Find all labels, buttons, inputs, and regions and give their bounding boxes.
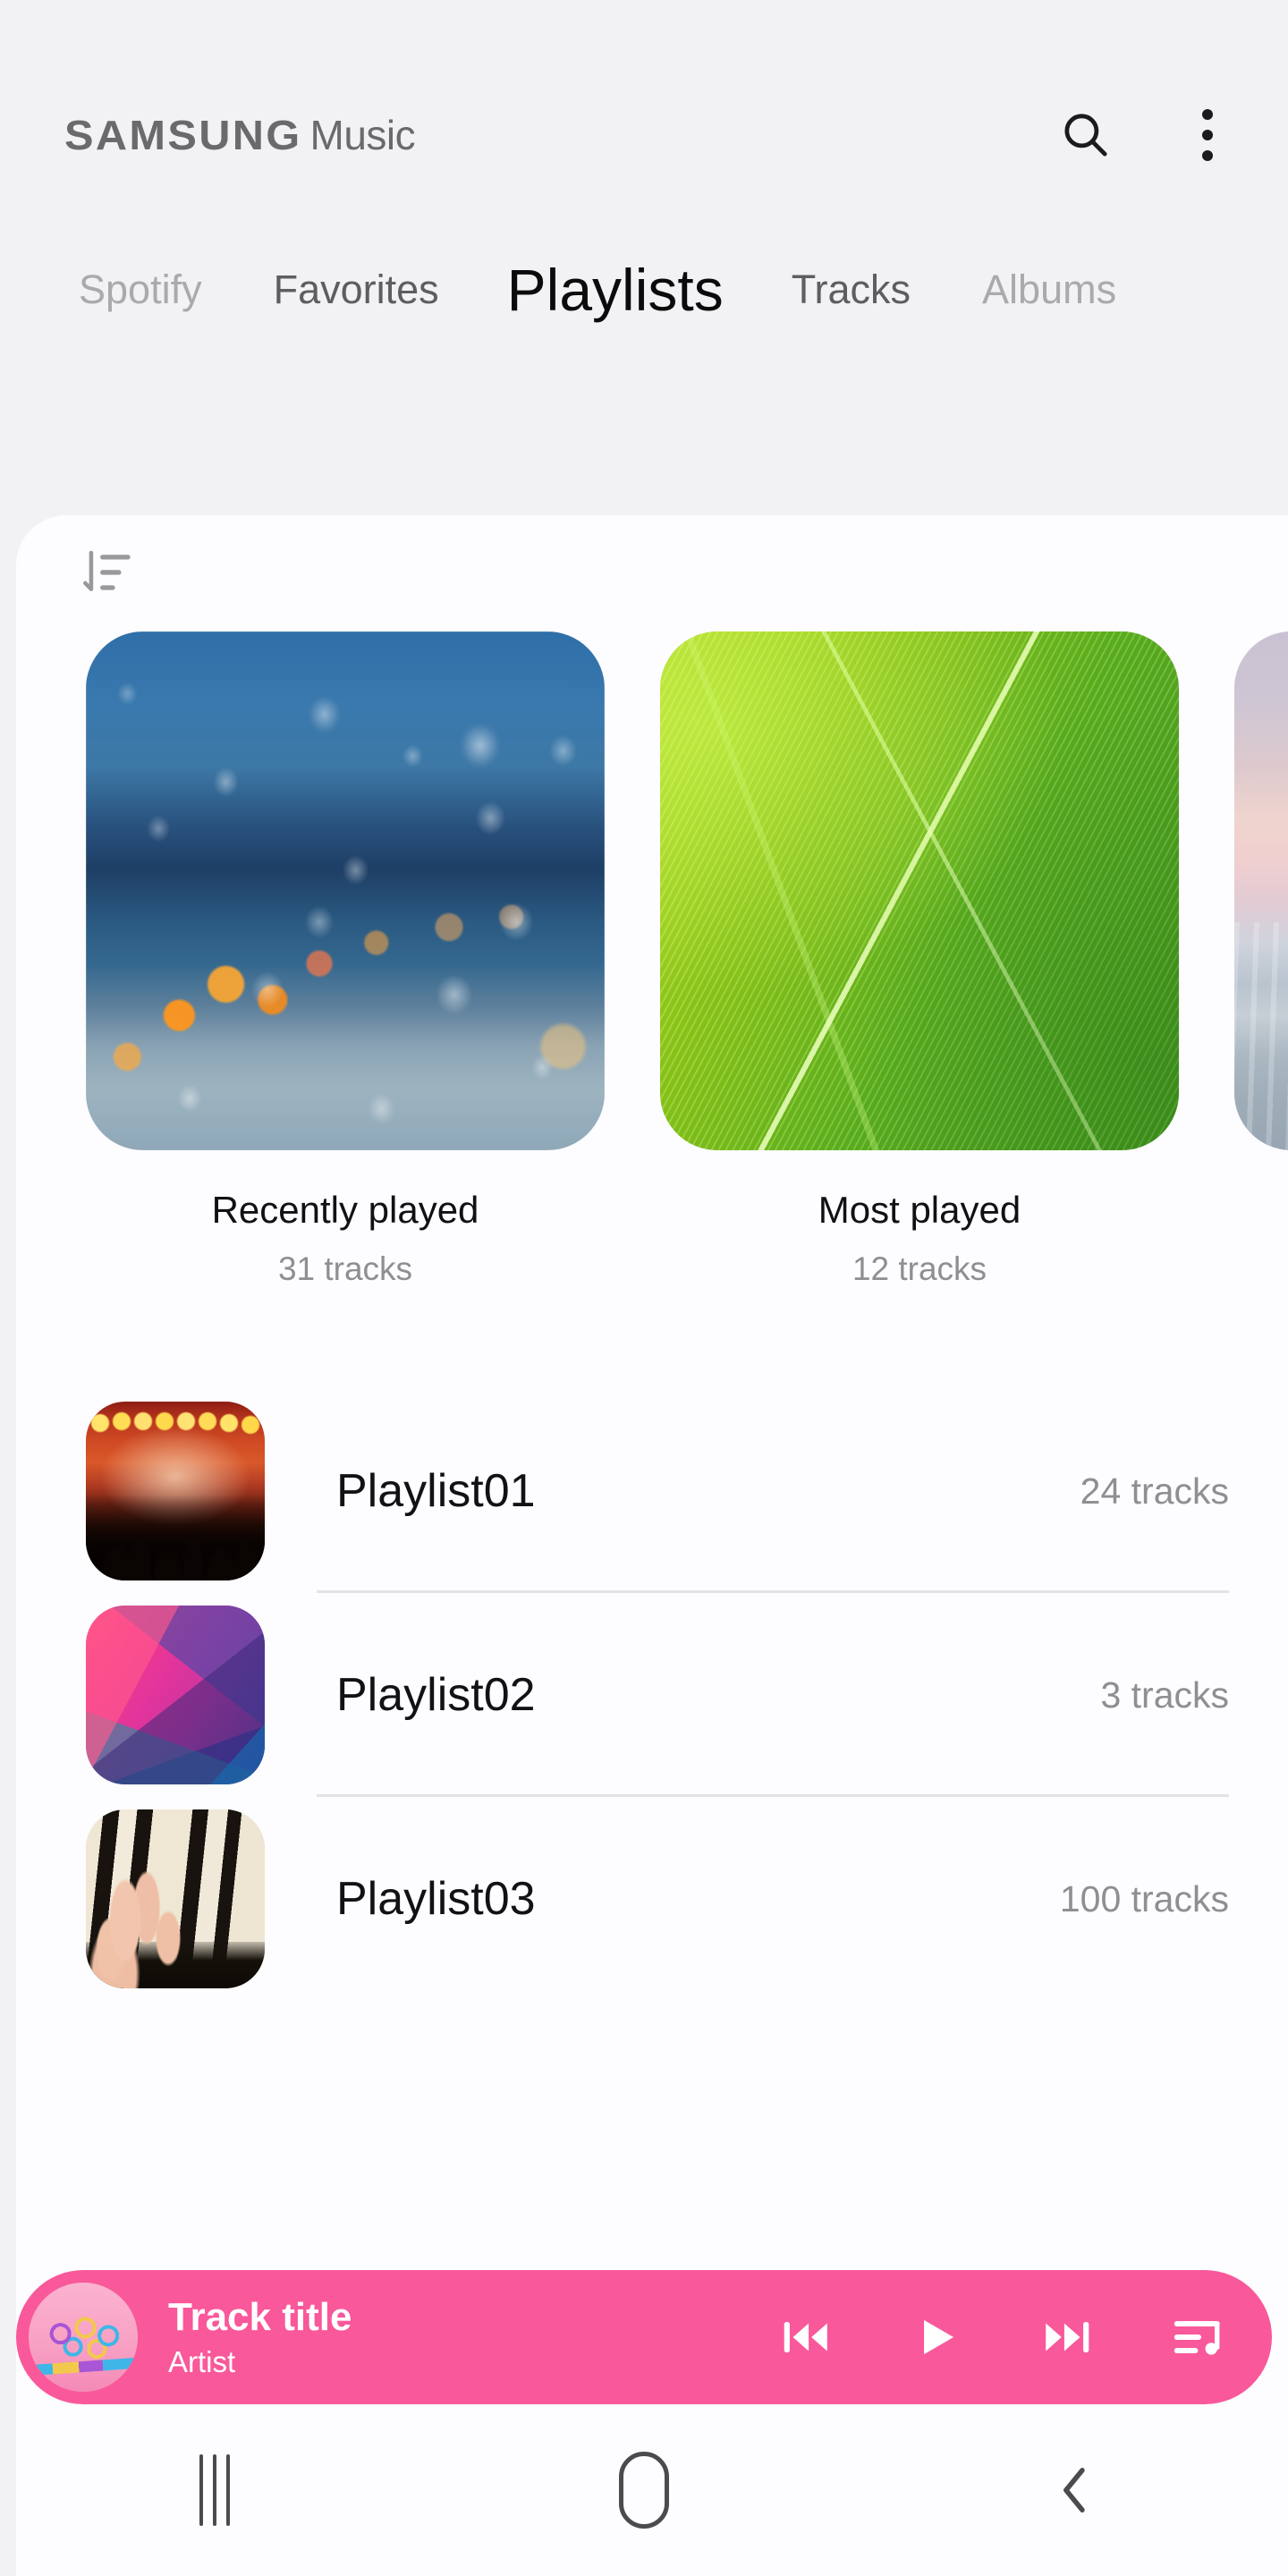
recents-button[interactable]: [0, 2404, 429, 2576]
pastel-sunset-seascape-image: [1234, 631, 1288, 1150]
mini-player-metadata: Track title Artist: [168, 2297, 773, 2378]
featured-card-carousel[interactable]: Recently played 31 tracks Most played 12…: [16, 631, 1288, 1285]
playlist-list: Playlist01 24 tracks Playlist02 3 tracks…: [16, 1389, 1288, 2001]
mini-player-artist: Artist: [168, 2346, 236, 2378]
mini-player-track-title: Track title: [168, 2296, 352, 2338]
more-vertical-icon: [1202, 109, 1213, 161]
featured-card-track-count: 31 tracks: [277, 1250, 413, 1285]
featured-card-artwork: [86, 631, 605, 1150]
search-button[interactable]: [1054, 103, 1118, 167]
search-icon: [1064, 114, 1107, 157]
playlist-name: Playlist02: [336, 1669, 536, 1721]
tab-spotify[interactable]: Spotify: [43, 269, 238, 309]
playlist-thumbnail: [86, 1606, 265, 1784]
app-title: SAMSUNG Music: [64, 111, 1054, 159]
featured-card-track-count: 12 tracks: [852, 1250, 987, 1285]
playlist-name: Playlist01: [336, 1465, 536, 1517]
featured-card-artwork: [1234, 631, 1288, 1150]
playlist-name: Playlist03: [336, 1873, 536, 1925]
sort-row: [16, 515, 1288, 631]
mini-player-controls: [773, 2304, 1231, 2370]
play-icon: [924, 2319, 954, 2355]
mini-player[interactable]: Track title Artist: [16, 2270, 1272, 2404]
skip-next-icon: [1046, 2321, 1089, 2353]
playlist-row[interactable]: Playlist03 100 tracks: [16, 1797, 1288, 2001]
recents-icon: [199, 2454, 230, 2526]
sort-button[interactable]: [72, 538, 141, 608]
playlist-track-count: 100 tracks: [1059, 1877, 1229, 1919]
content-sheet: Recently played 31 tracks Most played 12…: [16, 515, 1288, 2576]
playlist-track-count: 3 tracks: [1100, 1674, 1229, 1716]
featured-card-artwork: [660, 631, 1179, 1150]
header-actions: [1054, 103, 1240, 167]
queue-button[interactable]: [1165, 2304, 1231, 2370]
playlist-thumbnail: [86, 1402, 265, 1580]
home-icon: [619, 2452, 669, 2529]
featured-card-recently-played[interactable]: Recently played 31 tracks: [86, 631, 605, 1285]
rainy-window-city-lights-image: [86, 631, 605, 1150]
home-button[interactable]: [429, 2404, 859, 2576]
app-header: SAMSUNG Music: [0, 59, 1288, 211]
featured-card-title: Most played: [818, 1189, 1021, 1231]
more-options-button[interactable]: [1175, 103, 1240, 167]
status-bar: [0, 0, 1288, 59]
tab-bar[interactable]: Spotify Favorites Playlists Tracks Album…: [0, 211, 1288, 368]
tab-albums[interactable]: Albums: [946, 269, 1152, 309]
tab-tracks[interactable]: Tracks: [756, 269, 946, 309]
play-button[interactable]: [903, 2304, 970, 2370]
pink-geometric-gradient-image: [86, 1606, 265, 1784]
system-navigation-bar: [0, 2404, 1288, 2576]
back-button[interactable]: [859, 2404, 1288, 2576]
piano-keys-hand-image: [86, 1809, 265, 1988]
playlist-row[interactable]: Playlist01 24 tracks: [16, 1389, 1288, 1593]
back-icon: [1063, 2468, 1085, 2512]
mini-player-album-art[interactable]: [29, 2283, 138, 2392]
previous-button[interactable]: [773, 2304, 839, 2370]
skip-previous-icon: [784, 2321, 827, 2353]
next-button[interactable]: [1034, 2304, 1100, 2370]
playlist-track-count: 24 tracks: [1080, 1470, 1229, 1512]
playlist-row[interactable]: Playlist02 3 tracks: [16, 1593, 1288, 1797]
brand-music: Music: [309, 112, 416, 158]
sort-descending-icon: [83, 550, 131, 591]
tab-playlists[interactable]: Playlists: [475, 260, 756, 319]
featured-card-title: Recently played: [211, 1189, 479, 1231]
concert-crowd-stage-lights-image: [86, 1402, 265, 1580]
playlist-thumbnail: [86, 1809, 265, 1988]
tab-favorites[interactable]: Favorites: [238, 269, 475, 309]
queue-music-icon: [1174, 2321, 1220, 2355]
featured-card-next-partial[interactable]: [1234, 631, 1288, 1285]
featured-card-most-played[interactable]: Most played 12 tracks: [660, 631, 1179, 1285]
brand-samsung: SAMSUNG: [64, 112, 302, 158]
green-leaves-closeup-image: [660, 631, 1179, 1150]
pink-ribbon-album-art-image: [29, 2283, 138, 2392]
